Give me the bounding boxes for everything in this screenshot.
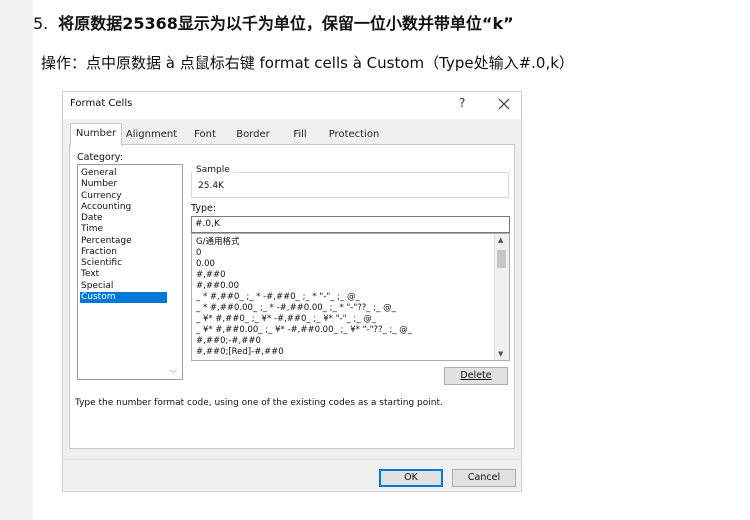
delete-button-label: Delete: [460, 370, 492, 381]
format-item[interactable]: #,##0: [196, 270, 225, 280]
document-margin: [0, 0, 33, 520]
format-item[interactable]: 0.00: [196, 259, 215, 269]
help-button[interactable]: ?: [459, 96, 465, 110]
tab-font[interactable]: Font: [185, 125, 225, 144]
chevron-down-icon[interactable]: ﹀: [170, 369, 177, 379]
type-label: Type:: [191, 203, 217, 214]
format-item[interactable]: G/通用格式: [196, 237, 239, 247]
format-item[interactable]: _ * #,##0_ ;_ * -#,##0_ ;_ * "-"_ ;_ @_: [196, 292, 360, 302]
sample-label: Sample: [193, 165, 233, 175]
format-item[interactable]: #,##0.00: [196, 281, 239, 291]
sample-box: [191, 172, 509, 198]
category-percentage[interactable]: Percentage: [80, 236, 167, 247]
format-list-scrollbar[interactable]: ▲ ▼: [494, 234, 509, 360]
category-custom[interactable]: Custom: [80, 292, 167, 303]
type-input[interactable]: #.0,K: [191, 216, 510, 233]
format-item[interactable]: _ * #,##0.00_ ;_ * -#,##0.00_ ;_ * "-"??…: [196, 303, 396, 313]
tab-alignment[interactable]: Alignment: [123, 125, 180, 144]
step-heading: 5. 将原数据25368显示为以千为单位，保留一位小数并带单位“k”: [33, 10, 514, 34]
scroll-up-icon[interactable]: ▲: [498, 236, 503, 244]
tab-number[interactable]: Number: [70, 123, 122, 146]
tab-protection[interactable]: Protection: [325, 125, 383, 144]
category-scientific[interactable]: Scientific: [80, 258, 167, 269]
category-list[interactable]: General Number Currency Accounting Date …: [77, 164, 183, 380]
step-heading-text: 将原数据25368显示为以千为单位，保留一位小数并带单位“k”: [58, 14, 514, 33]
category-currency[interactable]: Currency: [80, 191, 167, 202]
category-text[interactable]: Text: [80, 269, 167, 280]
format-item[interactable]: _ ¥* #,##0.00_ ;_ ¥* -#,##0.00_ ;_ ¥* "-…: [196, 325, 412, 335]
sample-value: 25.4K: [198, 181, 224, 191]
footer-separator: [63, 459, 521, 460]
category-label: Category:: [77, 152, 123, 163]
tab-border[interactable]: Border: [230, 125, 276, 144]
category-date[interactable]: Date: [80, 213, 167, 224]
delete-button[interactable]: Delete: [444, 367, 508, 385]
category-time[interactable]: Time: [80, 224, 167, 235]
close-icon[interactable]: [493, 93, 515, 115]
format-item[interactable]: #,##0;[Red]-#,##0: [196, 347, 284, 357]
dialog-title: Format Cells: [70, 98, 133, 109]
tab-fill[interactable]: Fill: [283, 125, 317, 144]
format-item[interactable]: _ ¥* #,##0_ ;_ ¥* -#,##0_ ;_ ¥* "-"_ ;_ …: [196, 314, 376, 324]
dialog-titlebar: Format Cells ?: [63, 92, 521, 119]
format-item[interactable]: #,##0;-#,##0: [196, 336, 261, 346]
category-accounting[interactable]: Accounting: [80, 202, 167, 213]
format-item[interactable]: 0: [196, 248, 201, 258]
scroll-down-icon[interactable]: ▼: [498, 350, 503, 358]
category-general[interactable]: General: [80, 168, 167, 179]
category-special[interactable]: Special: [80, 281, 167, 292]
format-cells-dialog: Format Cells ? Number Alignment Font Bor…: [62, 91, 522, 492]
step-number: 5.: [33, 14, 49, 33]
scrollbar-thumb[interactable]: [497, 250, 506, 268]
hint-text: Type the number format code, using one o…: [75, 398, 443, 408]
ok-button[interactable]: OK: [379, 469, 443, 487]
category-fraction[interactable]: Fraction: [80, 247, 167, 258]
category-number[interactable]: Number: [80, 179, 167, 190]
cancel-button[interactable]: Cancel: [452, 469, 516, 487]
instruction-text: 操作：点中原数据 à 点鼠标右键 format cells à Custom（T…: [41, 54, 574, 72]
format-code-list[interactable]: G/通用格式 0 0.00 #,##0 #,##0.00 _ * #,##0_ …: [191, 233, 510, 361]
